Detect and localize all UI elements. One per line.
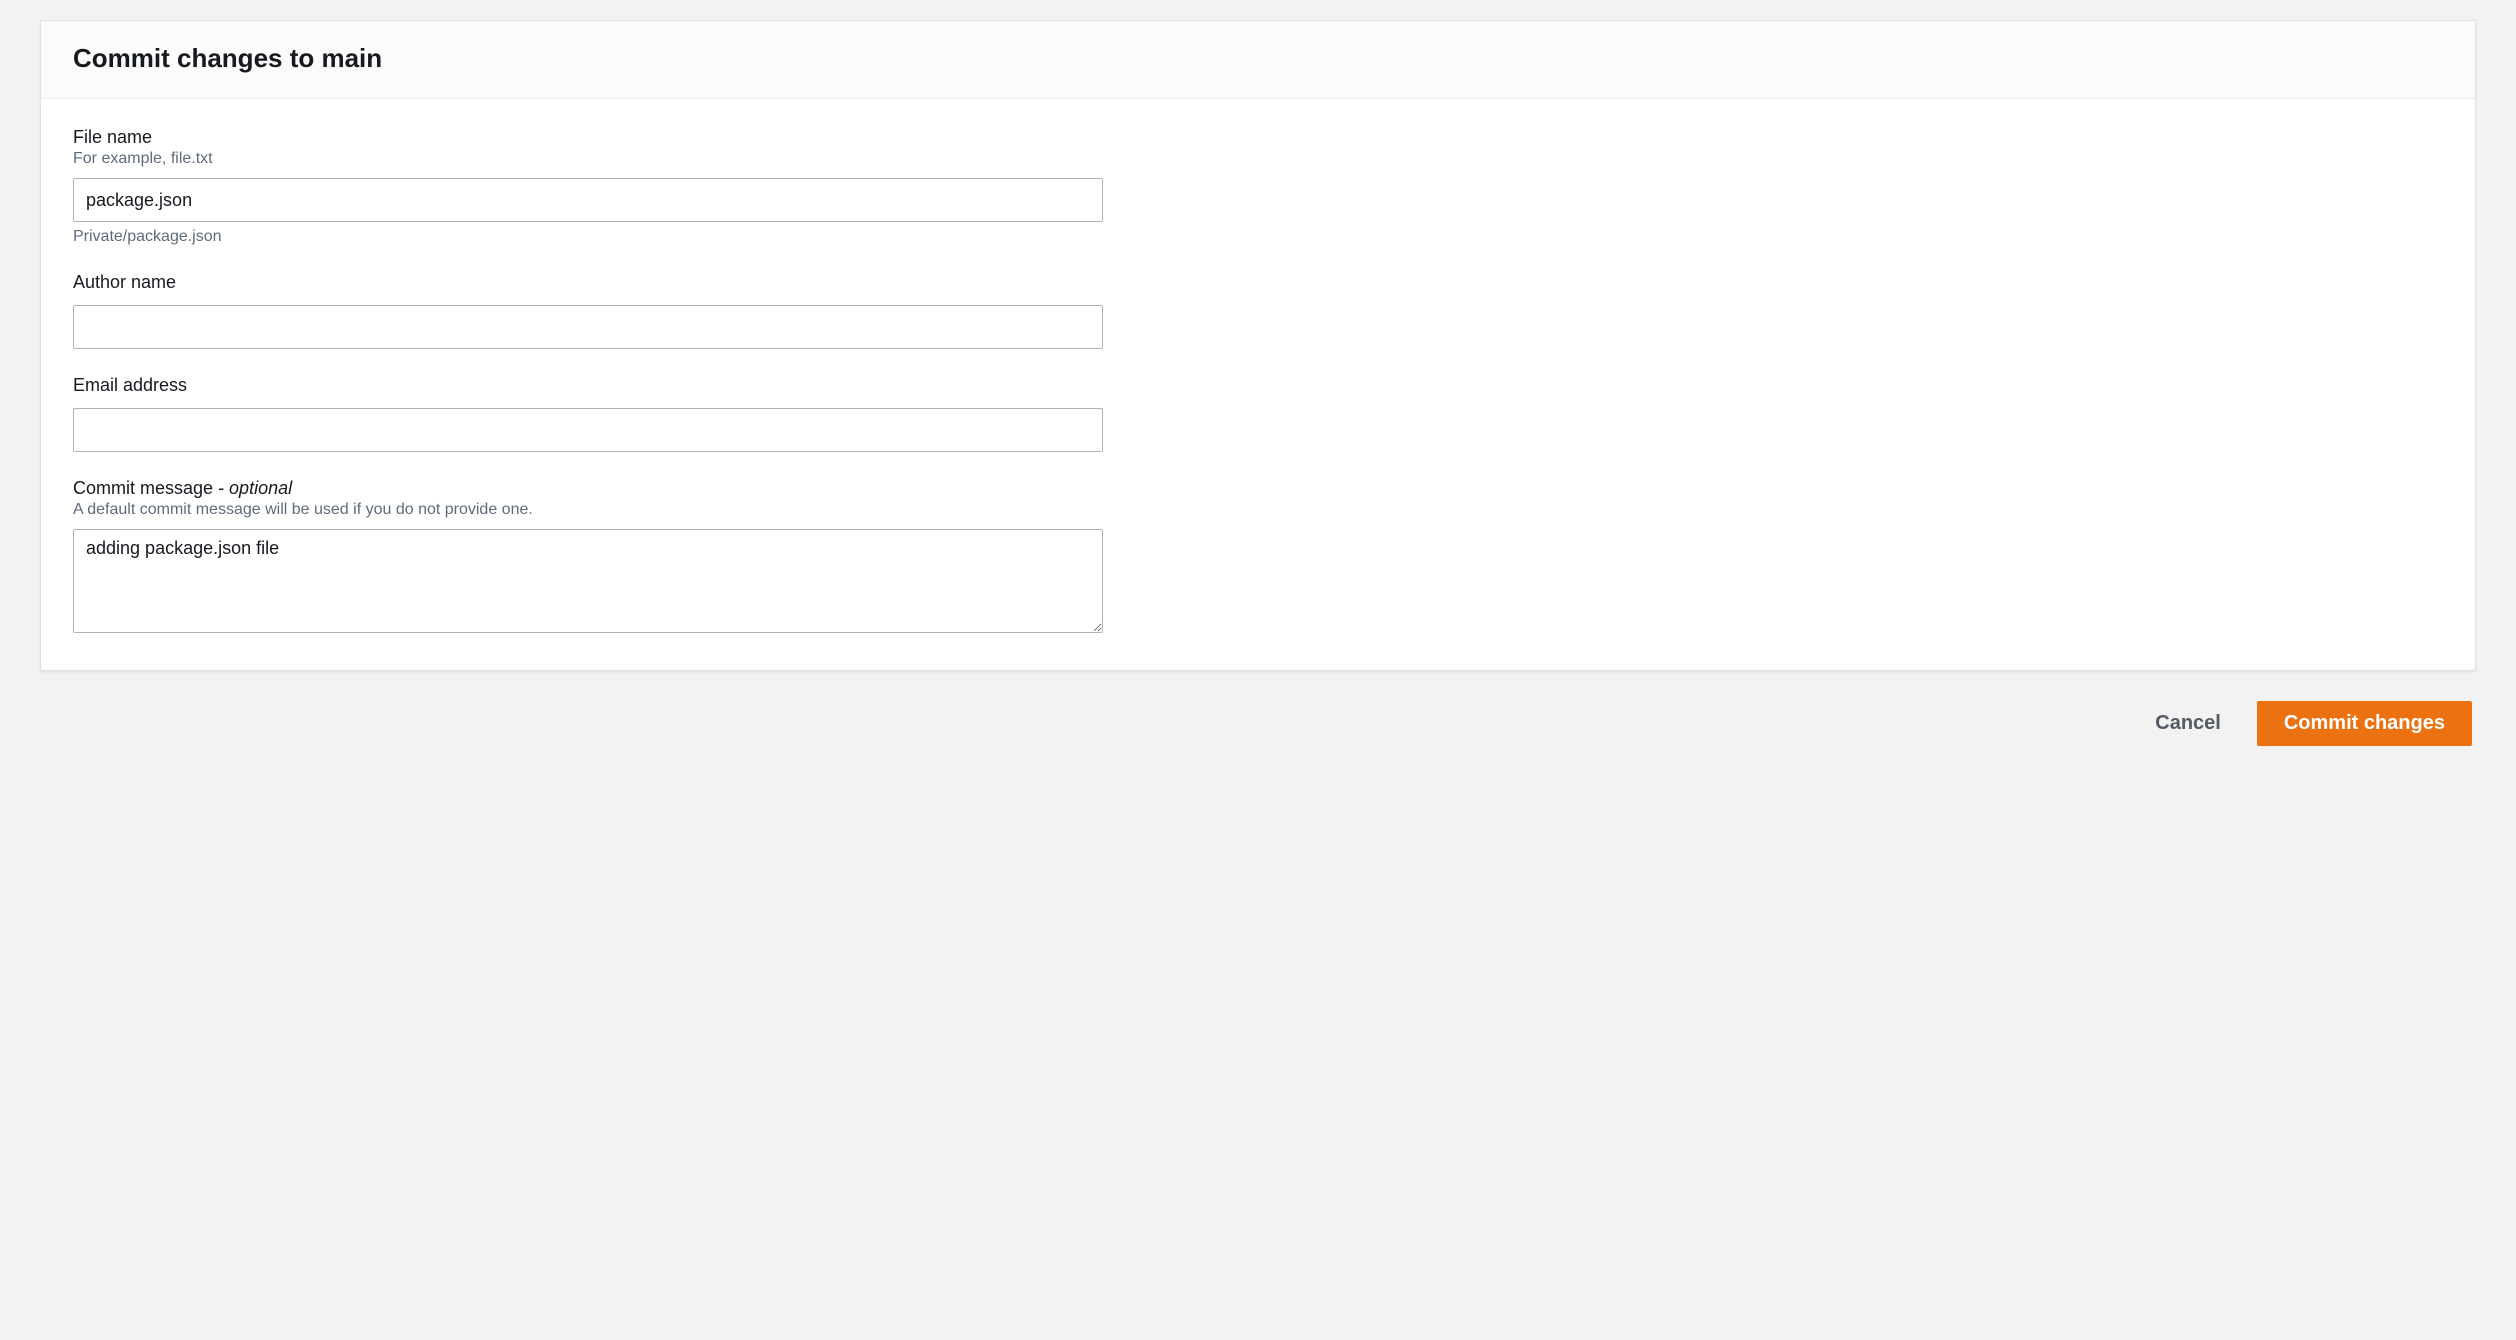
email-input[interactable]: [73, 408, 1103, 452]
filename-path: Private/package.json: [73, 228, 1103, 246]
panel-header: Commit changes to main: [41, 21, 2475, 99]
filename-hint: For example, file.txt: [73, 150, 1103, 168]
filename-label: File name: [73, 127, 1103, 148]
commit-message-hint: A default commit message will be used if…: [73, 501, 1103, 519]
footer-actions: Cancel Commit changes: [40, 701, 2476, 746]
commit-message-textarea[interactable]: [73, 529, 1103, 633]
commit-message-label-text: Commit message: [73, 478, 213, 498]
author-input[interactable]: [73, 305, 1103, 349]
email-field: Email address: [73, 375, 1103, 452]
filename-input[interactable]: [73, 178, 1103, 222]
author-field: Author name: [73, 272, 1103, 349]
panel-title: Commit changes to main: [73, 43, 2443, 74]
commit-message-label: Commit message - optional: [73, 478, 1103, 499]
commit-message-optional: - optional: [213, 478, 292, 498]
panel-body: File name For example, file.txt Private/…: [41, 99, 2475, 670]
commit-changes-button[interactable]: Commit changes: [2257, 701, 2472, 746]
commit-panel: Commit changes to main File name For exa…: [40, 20, 2476, 671]
author-label: Author name: [73, 272, 1103, 293]
cancel-button[interactable]: Cancel: [2147, 704, 2229, 743]
commit-message-field: Commit message - optional A default comm…: [73, 478, 1103, 638]
email-label: Email address: [73, 375, 1103, 396]
filename-field: File name For example, file.txt Private/…: [73, 127, 1103, 246]
